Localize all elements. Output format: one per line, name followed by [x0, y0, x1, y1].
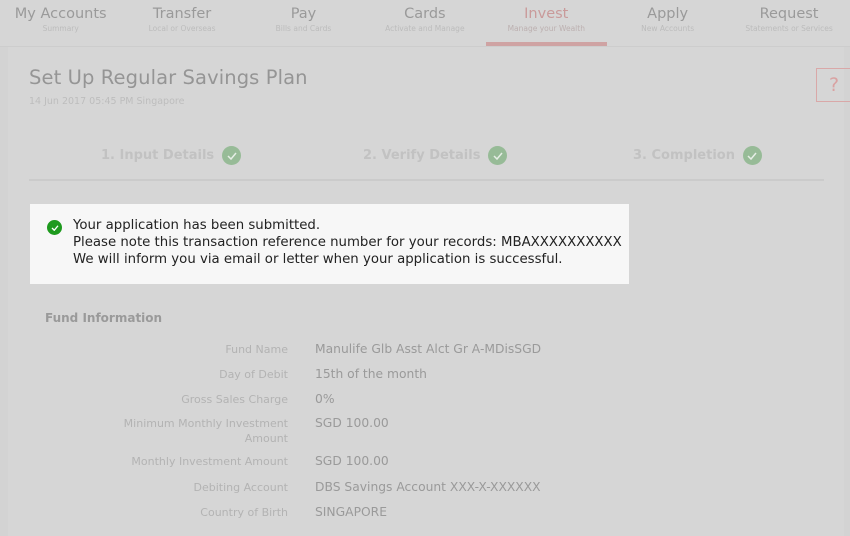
row-value: 15th of the month: [315, 367, 427, 381]
row-label: Country of Birth: [200, 506, 288, 519]
nav-sublabel: Bills and Cards: [275, 24, 332, 33]
help-button[interactable]: ?: [816, 68, 850, 102]
row-label: Fund Name: [225, 343, 288, 356]
nav-pay[interactable]: Pay Bills and Cards: [243, 0, 364, 46]
main-nav: My Accounts Summary Transfer Local or Ov…: [0, 0, 850, 47]
scrollbar-track[interactable]: [844, 47, 850, 536]
notice-line-submitted: Your application has been submitted.: [73, 218, 321, 233]
nav-sublabel: Statements or Services: [745, 24, 833, 33]
row-value: Manulife Glb Asst Alct Gr A-MDisSGD: [315, 342, 542, 356]
step-label: 3. Completion: [633, 148, 735, 163]
page-datetime: 14 Jun 2017 05:45 PM Singapore: [29, 96, 185, 107]
left-edge-divider: [0, 47, 8, 536]
nav-label: Invest: [524, 6, 569, 22]
step-label: 2. Verify Details: [363, 148, 481, 163]
row-label: Minimum Monthly Investment Amount: [123, 417, 288, 445]
row-value: SINGAPORE: [315, 505, 387, 519]
step-completion: 3. Completion: [633, 146, 762, 165]
nav-sublabel: New Accounts: [641, 24, 695, 33]
row-label: Day of Debit: [219, 368, 288, 381]
nav-sublabel: Summary: [42, 24, 79, 33]
fund-information-title: Fund Information: [45, 311, 163, 325]
nav-label: My Accounts: [14, 6, 107, 22]
nav-apply[interactable]: Apply New Accounts: [607, 0, 728, 46]
row-label: Monthly Investment Amount: [131, 455, 288, 468]
notice-line-reference: Please note this transaction reference n…: [73, 235, 622, 250]
notice-line-inform: We will inform you via email or letter w…: [73, 252, 563, 267]
step-verify-details: 2. Verify Details: [363, 146, 508, 165]
row-value: SGD 100.00: [315, 454, 389, 468]
row-value: SGD 100.00: [315, 416, 389, 430]
nav-label: Cards: [404, 6, 446, 22]
nav-label: Transfer: [152, 6, 212, 22]
row-value: 0%: [315, 392, 335, 406]
nav-label: Pay: [290, 6, 317, 22]
check-circle-icon: [742, 146, 762, 165]
nav-my-accounts[interactable]: My Accounts Summary: [0, 0, 121, 46]
progress-steps: 1. Input Details 2. Verify Details 3. Co…: [29, 140, 824, 181]
nav-request[interactable]: Request Statements or Services: [728, 0, 849, 46]
nav-sublabel: Local or Overseas: [148, 24, 216, 33]
notice-text: Your application has been submitted. Ple…: [73, 217, 622, 268]
row-value: DBS Savings Account XXX-X-XXXXXX: [315, 480, 541, 494]
nav-transfer[interactable]: Transfer Local or Overseas: [121, 0, 242, 46]
page-title: Set Up Regular Savings Plan: [29, 66, 308, 89]
nav-invest[interactable]: Invest Manage your Wealth: [485, 0, 608, 46]
check-circle-icon: [488, 146, 508, 165]
nav-cards[interactable]: Cards Activate and Manage: [364, 0, 485, 46]
row-label: Gross Sales Charge: [181, 393, 288, 406]
check-circle-icon: [222, 146, 242, 165]
nav-label: Request: [759, 6, 819, 22]
nav-sublabel: Activate and Manage: [385, 24, 465, 33]
nav-label: Apply: [647, 6, 689, 22]
nav-sublabel: Manage your Wealth: [507, 24, 585, 33]
step-input-details: 1. Input Details: [101, 146, 242, 165]
submission-notice: Your application has been submitted. Ple…: [30, 204, 629, 284]
row-label: Debiting Account: [193, 481, 288, 494]
step-label: 1. Input Details: [101, 148, 215, 163]
check-circle-icon: [47, 220, 62, 235]
